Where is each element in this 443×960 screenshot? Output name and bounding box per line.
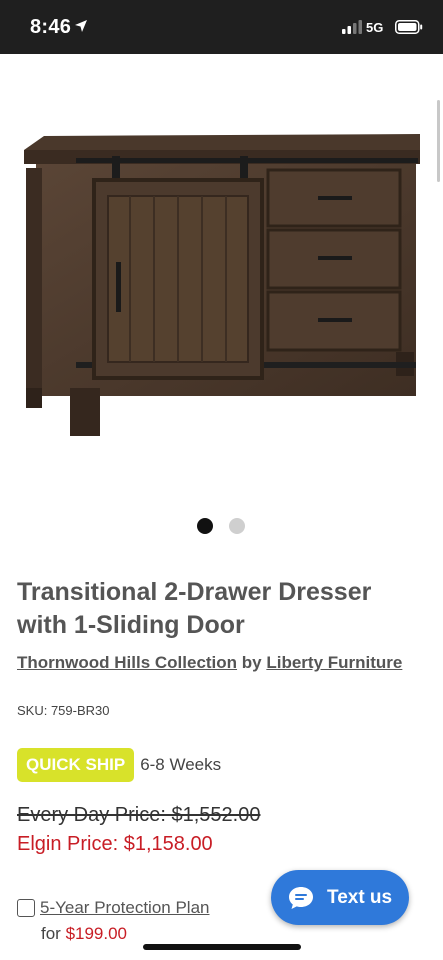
- every-day-price: Every Day Price: $1,552.00: [17, 804, 261, 826]
- shipping-row: QUICK SHIP 6-8 Weeks: [17, 748, 221, 782]
- carousel-dot-2[interactable]: [229, 518, 245, 534]
- sku: SKU: 759-BR30: [17, 703, 110, 718]
- collection-link[interactable]: Thornwood Hills Collection: [17, 653, 237, 672]
- protection-plan-checkbox[interactable]: [17, 899, 35, 917]
- location-arrow-icon: [75, 20, 87, 32]
- product-image[interactable]: [18, 126, 426, 442]
- quick-ship-badge: QUICK SHIP: [17, 748, 135, 782]
- protection-plan-price: $199.00: [65, 924, 128, 943]
- network-type: 5G: [366, 20, 384, 35]
- scrollbar-thumb[interactable]: [437, 100, 440, 182]
- protection-plan-price-line: for $199.00: [41, 924, 127, 944]
- home-indicator[interactable]: [143, 944, 301, 950]
- status-bar: 8:46 5G: [0, 0, 443, 54]
- product-title: Transitional 2-Drawer Dresser with 1-Sli…: [17, 578, 372, 639]
- text-us-button[interactable]: Text us: [271, 870, 409, 925]
- battery-icon: [395, 20, 423, 34]
- elgin-price: Elgin Price: $1,158.00: [17, 833, 213, 855]
- protection-for-text: for: [41, 924, 66, 943]
- protection-plan-link[interactable]: 5-Year Protection Plan: [40, 898, 209, 918]
- collection-line: Thornwood Hills Collection by Liberty Fu…: [17, 650, 417, 675]
- brand-link[interactable]: Liberty Furniture: [266, 653, 402, 672]
- text-us-label: Text us: [327, 886, 393, 908]
- chat-bubble-icon: [289, 886, 313, 909]
- protection-plan-option[interactable]: 5-Year Protection Plan: [17, 898, 209, 918]
- ship-lead-time: 6-8 Weeks: [140, 755, 222, 774]
- carousel-dot-1[interactable]: [197, 518, 213, 534]
- status-time: 8:46: [30, 16, 72, 38]
- by-text: by: [237, 653, 267, 672]
- signal-icon: [342, 20, 362, 34]
- carousel-dots: [197, 518, 245, 534]
